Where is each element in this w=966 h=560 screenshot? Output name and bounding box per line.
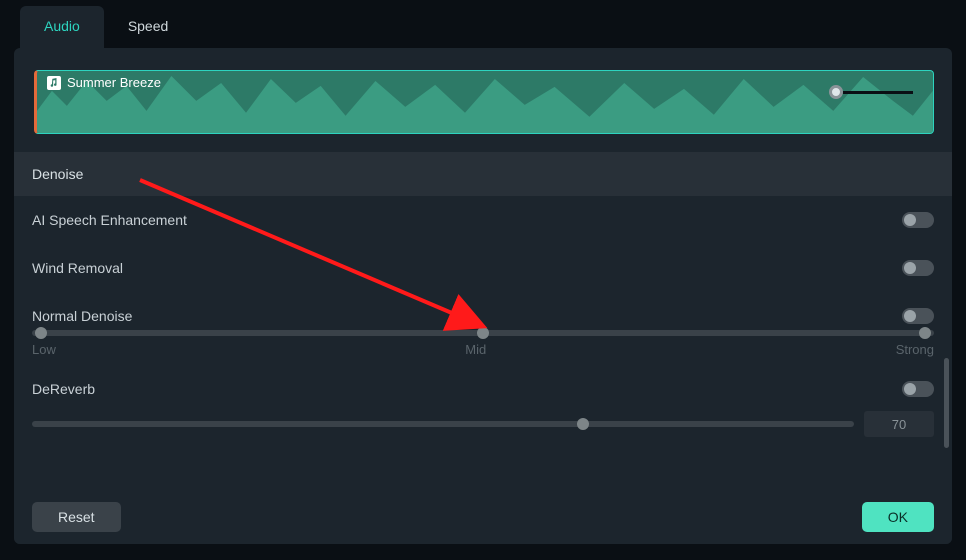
playhead-knob xyxy=(829,85,843,99)
label-dereverb: DeReverb xyxy=(32,381,95,397)
music-note-icon xyxy=(47,76,61,90)
normal-denoise-slider[interactable] xyxy=(32,330,934,336)
dereverb-thumb[interactable] xyxy=(577,418,589,430)
reset-button[interactable]: Reset xyxy=(32,502,121,532)
row-wind-removal: Wind Removal xyxy=(32,244,934,292)
toggle-normal-denoise[interactable] xyxy=(902,308,934,324)
footer: Reset OK xyxy=(14,490,952,544)
audio-clip[interactable]: Summer Breeze xyxy=(34,70,934,134)
label-low: Low xyxy=(32,342,56,357)
waveform xyxy=(37,71,933,134)
playhead-line xyxy=(843,91,913,94)
audio-panel: Summer Breeze Denoise AI Speech Enhancem… xyxy=(14,48,952,544)
tab-audio[interactable]: Audio xyxy=(20,6,104,48)
label-mid: Mid xyxy=(465,342,486,357)
row-ai-speech: AI Speech Enhancement xyxy=(32,196,934,244)
toggle-dereverb[interactable] xyxy=(902,381,934,397)
row-dereverb: DeReverb xyxy=(32,365,934,401)
label-wind-removal: Wind Removal xyxy=(32,260,123,276)
normal-denoise-labels: Low Mid Strong xyxy=(32,342,934,357)
tab-speed[interactable]: Speed xyxy=(104,6,192,48)
scrollbar[interactable] xyxy=(944,358,949,448)
dereverb-slider-row: 70 xyxy=(32,401,934,437)
dereverb-slider[interactable] xyxy=(32,421,854,427)
tab-bar: Audio Speed xyxy=(0,0,966,48)
toggle-ai-speech[interactable] xyxy=(902,212,934,228)
label-ai-speech: AI Speech Enhancement xyxy=(32,212,187,228)
row-normal-denoise: Normal Denoise xyxy=(32,292,934,328)
denoise-section-header: Denoise xyxy=(14,152,952,196)
label-normal-denoise: Normal Denoise xyxy=(32,308,132,324)
clip-title: Summer Breeze xyxy=(67,75,161,90)
label-strong: Strong xyxy=(896,342,934,357)
normal-denoise-thumb-right xyxy=(919,327,931,339)
app-root: Audio Speed Summer Breeze D xyxy=(0,0,966,560)
ok-button[interactable]: OK xyxy=(862,502,934,532)
normal-denoise-thumb-mid xyxy=(477,327,489,339)
dereverb-value[interactable]: 70 xyxy=(864,411,934,437)
normal-denoise-thumb-left xyxy=(35,327,47,339)
playhead[interactable] xyxy=(829,85,913,99)
normal-denoise-slider-block: Low Mid Strong xyxy=(32,330,934,365)
clip-wrap: Summer Breeze xyxy=(14,48,952,152)
toggle-wind-removal[interactable] xyxy=(902,260,934,276)
clip-header: Summer Breeze xyxy=(47,75,161,90)
denoise-rows: AI Speech Enhancement Wind Removal Norma… xyxy=(14,196,952,437)
